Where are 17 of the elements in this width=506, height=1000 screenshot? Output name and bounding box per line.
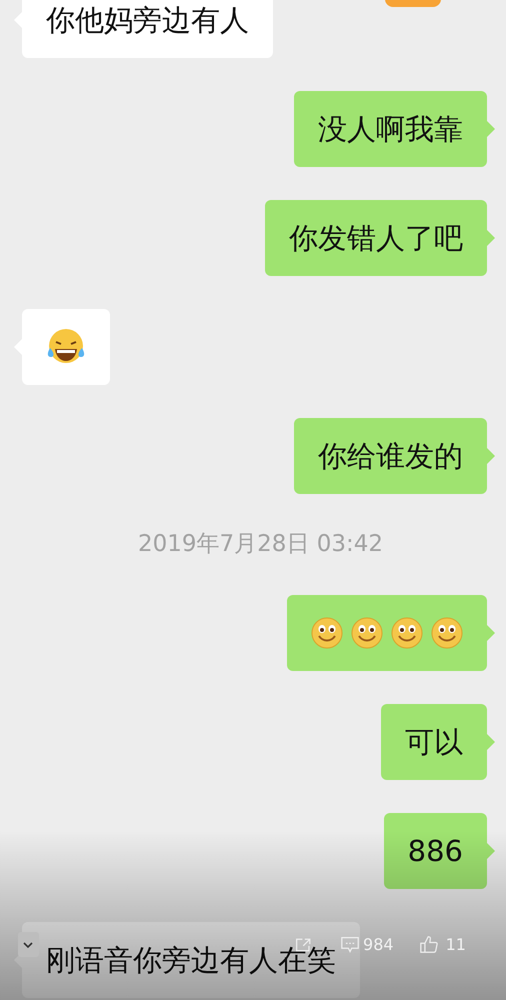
bubble-tail (487, 448, 495, 464)
like-count: 11 (446, 934, 466, 956)
smile-emoji-icon (391, 616, 423, 648)
comment-count: 984 (363, 934, 394, 956)
laughing-emoji-icon (46, 328, 86, 366)
comment-icon[interactable] (340, 934, 360, 954)
bubble-tail (487, 842, 495, 858)
bubble-tail (487, 734, 495, 750)
collapse-button[interactable] (18, 932, 39, 957)
bubble-tail (487, 121, 495, 137)
bubble-tail (487, 230, 495, 246)
smile-emoji-icon (431, 616, 463, 648)
chevron-down-icon (22, 940, 34, 948)
thumbs-up-icon[interactable] (420, 934, 438, 955)
smile-emoji-icon (351, 616, 383, 648)
smile-emoji-icon (311, 616, 343, 648)
timestamp: 2019年7月28日 03:42 (138, 530, 384, 559)
